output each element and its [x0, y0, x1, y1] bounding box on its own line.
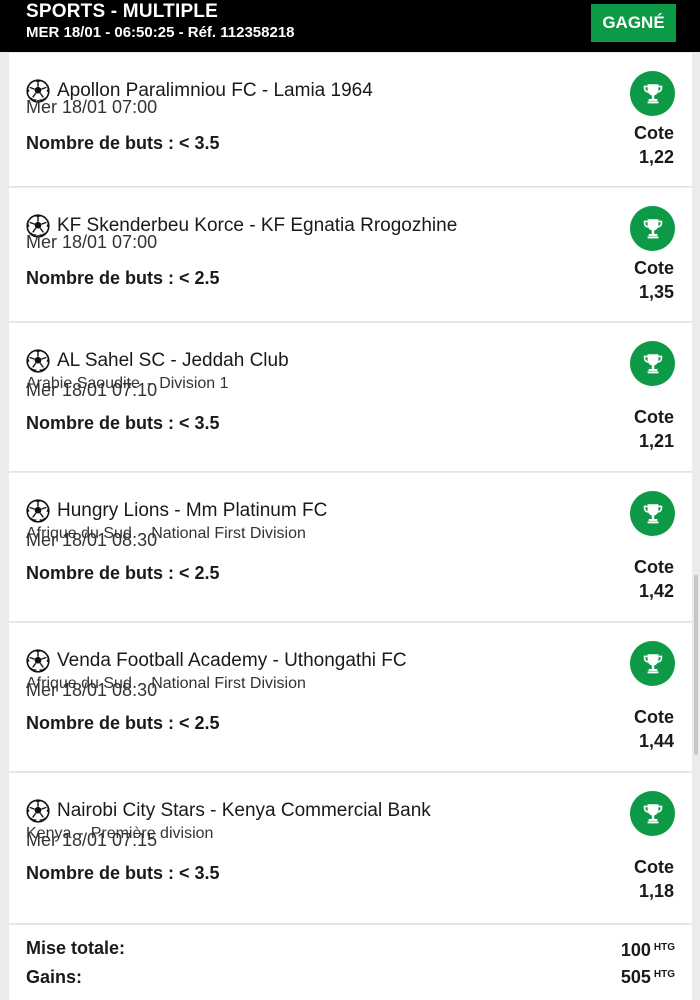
- bet-selection: Nombre de buts : < 3.5: [26, 133, 220, 153]
- match-date: Mer 18/01 08:30: [26, 680, 158, 700]
- odds-value: 1,44: [638, 731, 674, 751]
- scrollbar[interactable]: [694, 575, 698, 755]
- odds-value: 1,42: [638, 581, 674, 601]
- match-date: Mer 18/01 08:30: [26, 530, 158, 550]
- bet-card[interactable]: Hungry Lions - Mm Platinum FC Afrique du …: [9, 473, 692, 622]
- bet-card[interactable]: Apollon Paralimniou FC - Lamia 1964 Mer 1…: [9, 53, 692, 187]
- match-row: Hungry Lions - Mm Platinum FC: [26, 499, 327, 523]
- league-name: Division 1: [159, 375, 229, 392]
- odds-label: Cote: [634, 707, 674, 727]
- match-date: Mer 18/01 07:10: [26, 380, 158, 400]
- odds-value: 1,35: [638, 282, 674, 302]
- odds-label: Cote: [634, 407, 674, 427]
- bet-selection: Nombre de buts : < 3.5: [26, 863, 220, 883]
- status-badge: GAGNÉ: [591, 4, 676, 42]
- ticket-header: SPORTS - MULTIPLE MER 18/01 - 06:50:25 -…: [0, 0, 700, 52]
- stake-label: Mise totale:: [26, 938, 126, 958]
- winnings-label: Gains:: [26, 967, 83, 987]
- odds-label: Cote: [634, 857, 674, 877]
- bet-card[interactable]: Nairobi City Stars - Kenya Commercial Ba…: [9, 773, 692, 924]
- match-date: Mer 18/01 07:00: [26, 97, 158, 117]
- stake-currency: HTG: [653, 942, 675, 953]
- bet-selection: Nombre de buts : < 3.5: [26, 413, 220, 433]
- bet-selection: Nombre de buts : < 2.5: [26, 713, 220, 733]
- ticket-date-reference: MER 18/01 - 06:50:25 - Réf. 112358218: [26, 24, 295, 41]
- odds-value: 1,22: [638, 147, 674, 167]
- winnings-value: 505: [620, 967, 651, 987]
- odds-label: Cote: [634, 123, 674, 143]
- match-name: Venda Football Academy - Uthongathi FC: [57, 650, 407, 671]
- bet-card[interactable]: Venda Football Academy - Uthongathi FC Af…: [9, 623, 692, 772]
- trophy-icon: [630, 71, 675, 116]
- match-row: AL Sahel SC - Jeddah Club: [26, 349, 289, 373]
- league-name: National First Division: [151, 675, 306, 692]
- bet-card[interactable]: KF Skenderbeu Korce - KF Egnatia Rrogozh…: [9, 188, 692, 322]
- stake-value: 100: [620, 940, 651, 960]
- match-date: Mer 18/01 07:15: [26, 830, 158, 850]
- match-row: Nairobi City Stars - Kenya Commercial Ba…: [26, 799, 431, 823]
- bet-card[interactable]: AL Sahel SC - Jeddah Club Arabie Saoudite…: [9, 323, 692, 472]
- trophy-icon: [630, 206, 675, 251]
- match-date: Mer 18/01 07:00: [26, 232, 158, 252]
- odds-value: 1,18: [638, 881, 674, 901]
- odds-label: Cote: [634, 557, 674, 577]
- match-name: AL Sahel SC - Jeddah Club: [57, 350, 289, 371]
- winnings-amount: 505 HTG: [621, 967, 675, 988]
- trophy-icon: [630, 641, 675, 686]
- odds-label: Cote: [634, 258, 674, 278]
- soccer-ball-icon: [26, 799, 50, 823]
- bet-selection: Nombre de buts : < 2.5: [26, 563, 220, 583]
- winnings-currency: HTG: [653, 969, 675, 980]
- soccer-ball-icon: [26, 349, 50, 373]
- soccer-ball-icon: [26, 649, 50, 673]
- match-name: Hungry Lions - Mm Platinum FC: [57, 500, 328, 521]
- trophy-icon: [630, 341, 675, 386]
- league-name: National First Division: [151, 525, 306, 542]
- ticket-summary: Mise totale: 100 HTG Gains: 505 HTG: [9, 925, 692, 1000]
- match-name: Nairobi City Stars - Kenya Commercial Ba…: [57, 800, 431, 821]
- trophy-icon: [630, 791, 675, 836]
- odds-value: 1,21: [638, 431, 674, 451]
- bet-selection: Nombre de buts : < 2.5: [26, 268, 220, 288]
- trophy-icon: [630, 491, 675, 536]
- soccer-ball-icon: [26, 499, 50, 523]
- match-row: Venda Football Academy - Uthongathi FC: [26, 649, 407, 673]
- ticket-type-title: SPORTS - MULTIPLE: [26, 1, 218, 22]
- stake-amount: 100 HTG: [621, 940, 675, 961]
